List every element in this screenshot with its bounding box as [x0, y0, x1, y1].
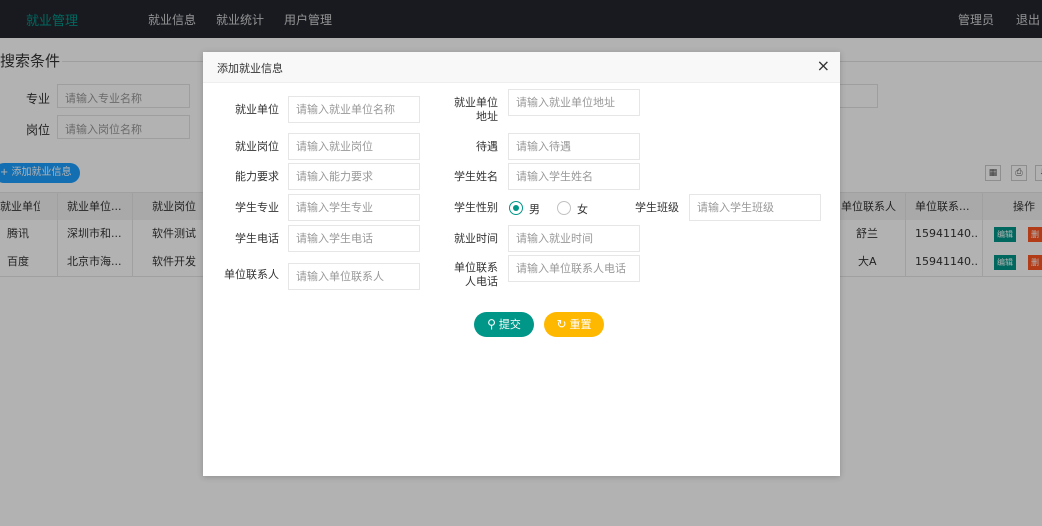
ability-label: 能力要求: [235, 170, 279, 183]
company-input[interactable]: [288, 96, 420, 123]
student-major-label: 学生专业: [235, 201, 279, 214]
contact-phone-label: 单位联系人电话: [454, 261, 498, 288]
ability-input[interactable]: [288, 163, 420, 190]
reset-label: 重置: [569, 318, 592, 331]
student-major-input[interactable]: [288, 194, 420, 221]
gender-label: 学生性别: [454, 201, 498, 214]
close-icon[interactable]: ×: [817, 57, 830, 75]
employ-time-label: 就业时间: [454, 232, 498, 245]
search-icon: ⚲: [487, 317, 496, 331]
gender-male-radio[interactable]: [509, 201, 523, 215]
dialog-header: 添加就业信息 ×: [203, 52, 840, 83]
contact-label: 单位联系人: [224, 268, 279, 281]
contact-input[interactable]: [288, 263, 420, 290]
salary-label: 待遇: [476, 140, 498, 153]
company-label: 就业单位: [235, 103, 279, 116]
dialog-title: 添加就业信息: [217, 62, 283, 75]
address-input[interactable]: [508, 89, 640, 116]
reset-button[interactable]: ↻ 重置: [544, 312, 604, 337]
submit-label: 提交: [498, 318, 521, 331]
contact-phone-input[interactable]: [508, 255, 640, 282]
position-label: 就业岗位: [235, 140, 279, 153]
salary-input[interactable]: [508, 133, 640, 160]
gender-female-radio[interactable]: [557, 201, 571, 215]
employ-time-input[interactable]: [508, 225, 640, 252]
gender-male-label[interactable]: 男: [529, 201, 540, 217]
student-class-label: 学生班级: [635, 201, 679, 214]
student-name-label: 学生姓名: [454, 170, 498, 183]
student-name-input[interactable]: [508, 163, 640, 190]
gender-female-label[interactable]: 女: [577, 201, 588, 217]
student-class-input[interactable]: [689, 194, 821, 221]
add-employment-dialog: 添加就业信息 × 就业单位 就业单位地址 就业岗位 待遇 能力要求 学生姓名 学…: [203, 52, 840, 476]
refresh-icon: ↻: [556, 317, 567, 331]
submit-button[interactable]: ⚲ 提交: [474, 312, 534, 337]
address-label: 就业单位地址: [454, 96, 498, 123]
student-phone-label: 学生电话: [235, 232, 279, 245]
student-phone-input[interactable]: [288, 225, 420, 252]
position-input[interactable]: [288, 133, 420, 160]
